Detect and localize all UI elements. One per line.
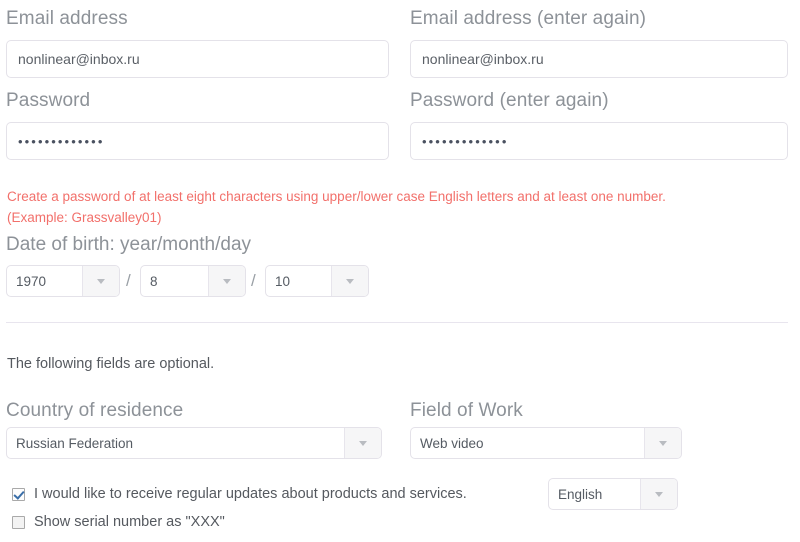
language-value: English	[558, 486, 603, 502]
chevron-down-icon[interactable]	[644, 428, 681, 458]
chevron-down-icon[interactable]	[208, 266, 245, 296]
serial-number-checkbox-label: Show serial number as "XXX"	[34, 514, 225, 530]
chevron-down-icon[interactable]	[82, 266, 119, 296]
field-of-work-label: Field of Work	[410, 400, 523, 421]
birth-month-value: 8	[150, 273, 158, 289]
password-confirm-input[interactable]	[410, 122, 788, 160]
language-select[interactable]: English	[548, 478, 678, 510]
chevron-down-icon[interactable]	[344, 428, 381, 458]
password-input[interactable]	[6, 122, 389, 160]
country-of-residence-select[interactable]: Russian Federation	[6, 427, 382, 459]
password-label: Password	[6, 90, 91, 111]
chevron-down-icon[interactable]	[640, 479, 677, 509]
chevron-down-icon[interactable]	[331, 266, 368, 296]
email-confirm-input[interactable]	[410, 40, 788, 78]
email-address-label: Email address	[6, 8, 128, 29]
birth-year-value: 1970	[16, 273, 47, 289]
date-of-birth-heading: Date of birth: year/month/day	[6, 234, 252, 255]
serial-number-checkbox[interactable]	[12, 515, 25, 529]
optional-fields-note: The following fields are optional.	[7, 356, 215, 372]
birth-day-select[interactable]: 10	[265, 265, 369, 297]
email-input[interactable]	[6, 40, 389, 78]
password-confirm-label: Password (enter again)	[410, 90, 609, 111]
section-divider	[6, 322, 788, 323]
updates-checkbox-label: I would like to receive regular updates …	[34, 486, 467, 502]
date-separator-2: /	[251, 271, 256, 290]
country-of-residence-label: Country of residence	[6, 400, 184, 421]
birth-year-select[interactable]: 1970	[6, 265, 120, 297]
country-of-residence-value: Russian Federation	[16, 435, 134, 451]
registration-form-page: Email address Email address (enter again…	[0, 0, 800, 542]
birth-day-value: 10	[275, 273, 291, 289]
field-of-work-value: Web video	[420, 435, 484, 451]
password-hint-line-1: Create a password of at least eight char…	[7, 189, 666, 204]
birth-month-select[interactable]: 8	[140, 265, 246, 297]
email-address-confirm-label: Email address (enter again)	[410, 8, 647, 29]
date-separator-1: /	[126, 271, 131, 290]
password-hint-line-2: (Example: Grassvalley01)	[7, 210, 162, 225]
serial-number-checkbox-row[interactable]: Show serial number as "XXX"	[12, 512, 225, 532]
updates-checkbox-row[interactable]: I would like to receive regular updates …	[12, 484, 467, 504]
updates-checkbox[interactable]	[12, 487, 25, 501]
field-of-work-select[interactable]: Web video	[410, 427, 682, 459]
